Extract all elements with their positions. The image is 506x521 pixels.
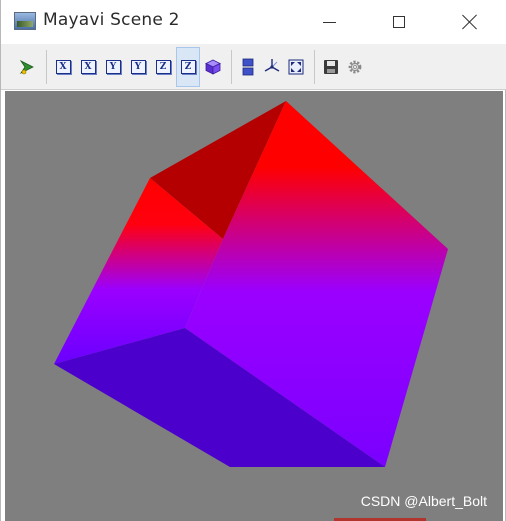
mayavi-pipeline-icon — [19, 59, 34, 75]
window-title: Mayavi Scene 2 — [43, 10, 180, 30]
view-z-plus-button[interactable]: Z — [151, 47, 175, 87]
isometric-cube-icon — [205, 59, 221, 75]
close-button[interactable] — [447, 0, 493, 44]
view-y-plus-button[interactable]: Y — [101, 47, 125, 87]
title-bar[interactable]: Mayavi Scene 2 — [1, 0, 506, 44]
axes-indicator-icon — [264, 59, 280, 72]
close-icon — [462, 14, 478, 30]
axis-y-icon: Y — [105, 60, 121, 74]
parallel-projection-button[interactable] — [236, 47, 260, 87]
configure-scene-button[interactable] — [343, 47, 367, 87]
scene-toolbar: X X Y Y Z Z — [1, 44, 506, 90]
axis-x-icon: X — [80, 60, 96, 74]
cube-render — [54, 101, 448, 467]
minimize-button[interactable] — [306, 0, 352, 44]
toggle-axes-button[interactable] — [260, 47, 284, 87]
axis-z-icon: Z — [180, 60, 196, 74]
maximize-button[interactable] — [376, 0, 422, 44]
minimize-icon — [322, 21, 336, 23]
axis-x-icon: X — [55, 60, 71, 74]
view-y-minus-button[interactable]: Y — [126, 47, 150, 87]
scene-viewport[interactable]: CSDN @Albert_Bolt — [5, 91, 503, 521]
save-icon — [324, 60, 338, 74]
projection-toggle-icon — [242, 58, 254, 76]
isometric-view-button[interactable] — [201, 47, 225, 87]
toolbar-separator — [314, 50, 315, 84]
mayavi-pipeline-button[interactable] — [15, 47, 39, 87]
save-scene-button[interactable] — [319, 47, 343, 87]
gear-icon — [348, 60, 362, 74]
mayavi-scene-icon — [14, 12, 36, 30]
view-x-minus-button[interactable]: X — [76, 47, 100, 87]
mayavi-scene-window: Mayavi Scene 2 X X Y Y Z Z CSDN @Albert_… — [0, 0, 506, 521]
full-screen-button[interactable] — [284, 47, 308, 87]
toolbar-separator — [46, 50, 47, 84]
view-x-plus-button[interactable]: X — [51, 47, 75, 87]
view-z-minus-button[interactable]: Z — [176, 47, 200, 87]
toolbar-separator — [231, 50, 232, 84]
full-screen-icon — [288, 59, 304, 75]
axis-y-icon: Y — [130, 60, 146, 74]
maximize-icon — [393, 16, 405, 28]
axis-z-icon: Z — [155, 60, 171, 74]
watermark-text: CSDN @Albert_Bolt — [360, 493, 487, 509]
